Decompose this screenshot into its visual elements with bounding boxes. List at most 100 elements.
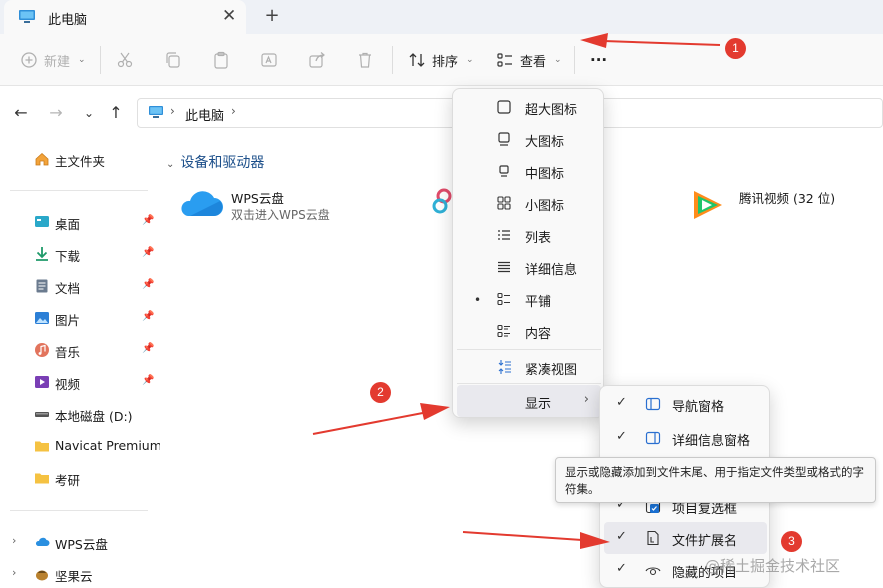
check-icon: ✓ [616, 395, 627, 410]
sort-icon [409, 53, 425, 67]
menu-item-compact-view[interactable]: 紧凑视图 [457, 351, 601, 383]
menu-divider [457, 383, 601, 384]
picture-icon [35, 312, 49, 324]
copy-button[interactable] [164, 34, 182, 86]
pin-icon[interactable]: 📌 [142, 279, 154, 290]
tooltip: 显示或隐藏添加到文件末尾、用于指定文件类型或格式的字符集。 [555, 457, 876, 503]
menu-item-show[interactable]: 显示 › [457, 385, 601, 417]
compact-view-icon [498, 360, 511, 374]
title-bar: 此电脑 ✕ + [0, 0, 883, 34]
menu-item-small-icons[interactable]: 小图标 [457, 187, 601, 219]
forward-arrow-icon[interactable]: → [47, 104, 65, 122]
clipboard-icon [214, 51, 228, 69]
folder-icon [35, 441, 49, 452]
rename-button[interactable] [260, 34, 278, 86]
rename-icon [261, 53, 277, 67]
pin-icon[interactable]: 📌 [142, 375, 154, 386]
this-pc-icon [19, 10, 35, 23]
annotation-badge-2: 2 [370, 382, 391, 403]
app-icon-partial[interactable] [432, 184, 452, 220]
sort-button[interactable]: 排序 ⌄ [408, 34, 474, 86]
watermark: @稀土掘金技术社区 [705, 557, 841, 575]
copy-icon [166, 52, 180, 68]
navigation-row: ← → ⌄ ↑ › 此电脑 › [0, 86, 883, 140]
new-tab-button[interactable]: + [262, 5, 282, 26]
list-icon [498, 230, 510, 240]
delete-button[interactable] [356, 34, 374, 86]
menu-item-label: 超大图标 [525, 103, 578, 118]
sidebar-item-local-disk-d[interactable]: 本地磁盘 (D:) [0, 399, 160, 429]
folder-icon [35, 473, 49, 484]
sidebar-item-label: 主文件夹 [55, 154, 106, 169]
new-button[interactable]: 新建 ⌄ [20, 34, 86, 86]
chevron-right-icon[interactable]: › [12, 534, 16, 547]
chevron-down-icon: ⌄ [554, 55, 562, 65]
submenu-item-navigation-pane[interactable]: ✓ 导航窗格 [604, 388, 767, 420]
sidebar-item-wps-cloud[interactable]: › WPS云盘 [0, 527, 160, 557]
document-icon [36, 279, 48, 293]
sidebar-divider [10, 510, 148, 511]
breadcrumb-separator[interactable]: › [231, 104, 236, 118]
menu-item-large-icons[interactable]: 大图标 [457, 123, 601, 155]
small-icons-icon [497, 196, 511, 210]
menu-item-label: 紧凑视图 [525, 363, 578, 378]
breadcrumb-this-pc[interactable]: 此电脑 [185, 105, 224, 124]
menu-item-tiles[interactable]: • 平铺 [457, 283, 601, 315]
drive-icon [35, 412, 49, 417]
toolbar-divider [100, 46, 101, 74]
menu-item-label: 内容 [525, 327, 552, 342]
share-button[interactable] [308, 34, 326, 86]
paste-button[interactable] [212, 34, 230, 86]
drive-subtitle: 双击进入WPS云盘 [231, 208, 330, 222]
scissors-icon [117, 52, 133, 68]
view-button[interactable]: 查看 ⌄ [496, 34, 562, 86]
chevron-right-icon[interactable]: › [12, 566, 16, 579]
breadcrumb-separator[interactable]: › [170, 104, 175, 118]
annotation-badge-1: 1 [725, 38, 746, 59]
group-header-devices[interactable]: ⌄ 设备和驱动器 [166, 152, 264, 172]
sidebar-item-desktop[interactable]: 桌面 📌 [0, 207, 160, 237]
tiles-icon [497, 292, 510, 306]
share-icon [309, 52, 325, 68]
tab-this-pc[interactable]: 此电脑 ✕ [4, 0, 246, 34]
sidebar-item-videos[interactable]: 视频 📌 [0, 367, 160, 397]
sidebar-item-home[interactable]: 主文件夹 [0, 144, 160, 174]
menu-item-medium-icons[interactable]: 中图标 [457, 155, 601, 187]
sort-label: 排序 [432, 54, 459, 70]
sidebar-item-downloads[interactable]: 下载 📌 [0, 239, 160, 269]
sidebar-item-music[interactable]: 音乐 📌 [0, 335, 160, 365]
details-icon [498, 261, 510, 273]
submenu-item-details-pane[interactable]: ✓ 详细信息窗格 [604, 422, 767, 454]
up-arrow-icon[interactable]: ↑ [107, 104, 125, 122]
menu-item-details[interactable]: 详细信息 [457, 251, 601, 283]
download-icon [36, 247, 48, 261]
recent-locations-chevron-icon[interactable]: ⌄ [80, 104, 98, 122]
menu-item-list[interactable]: 列表 [457, 219, 601, 251]
submenu-item-file-extensions[interactable]: ✓ 文件扩展名 [604, 522, 767, 554]
menu-item-extra-large-icons[interactable]: 超大图标 [457, 91, 601, 123]
pin-icon[interactable]: 📌 [142, 311, 154, 322]
wps-cloud-icon [181, 191, 223, 216]
sidebar-item-label: Navicat Premium [55, 438, 162, 453]
back-arrow-icon[interactable]: ← [12, 104, 30, 122]
sidebar-item-navicat[interactable]: Navicat Premium [0, 431, 162, 461]
selected-dot-icon: • [474, 293, 482, 307]
sidebar-item-pictures[interactable]: 图片 📌 [0, 303, 160, 333]
video-icon [35, 376, 49, 388]
submenu-item-label: 文件扩展名 [672, 534, 738, 549]
tab-close-icon[interactable]: ✕ [222, 6, 236, 26]
menu-item-content[interactable]: 内容 [457, 315, 601, 347]
check-icon: ✓ [616, 429, 627, 444]
chevron-right-icon: › [583, 392, 589, 407]
pin-icon[interactable]: 📌 [142, 343, 154, 354]
file-extension-icon [647, 530, 659, 546]
sidebar-item-documents[interactable]: 文档 📌 [0, 271, 160, 301]
sidebar-item-kaoyan[interactable]: 考研 [0, 463, 160, 493]
sidebar-item-jianguoyun[interactable]: › 坚果云 [0, 559, 160, 588]
pin-icon[interactable]: 📌 [142, 215, 154, 226]
pin-icon[interactable]: 📌 [142, 247, 154, 258]
eye-icon [645, 567, 661, 576]
content-icon [497, 324, 510, 338]
menu-item-label: 小图标 [525, 199, 565, 214]
cut-button[interactable] [116, 34, 134, 86]
